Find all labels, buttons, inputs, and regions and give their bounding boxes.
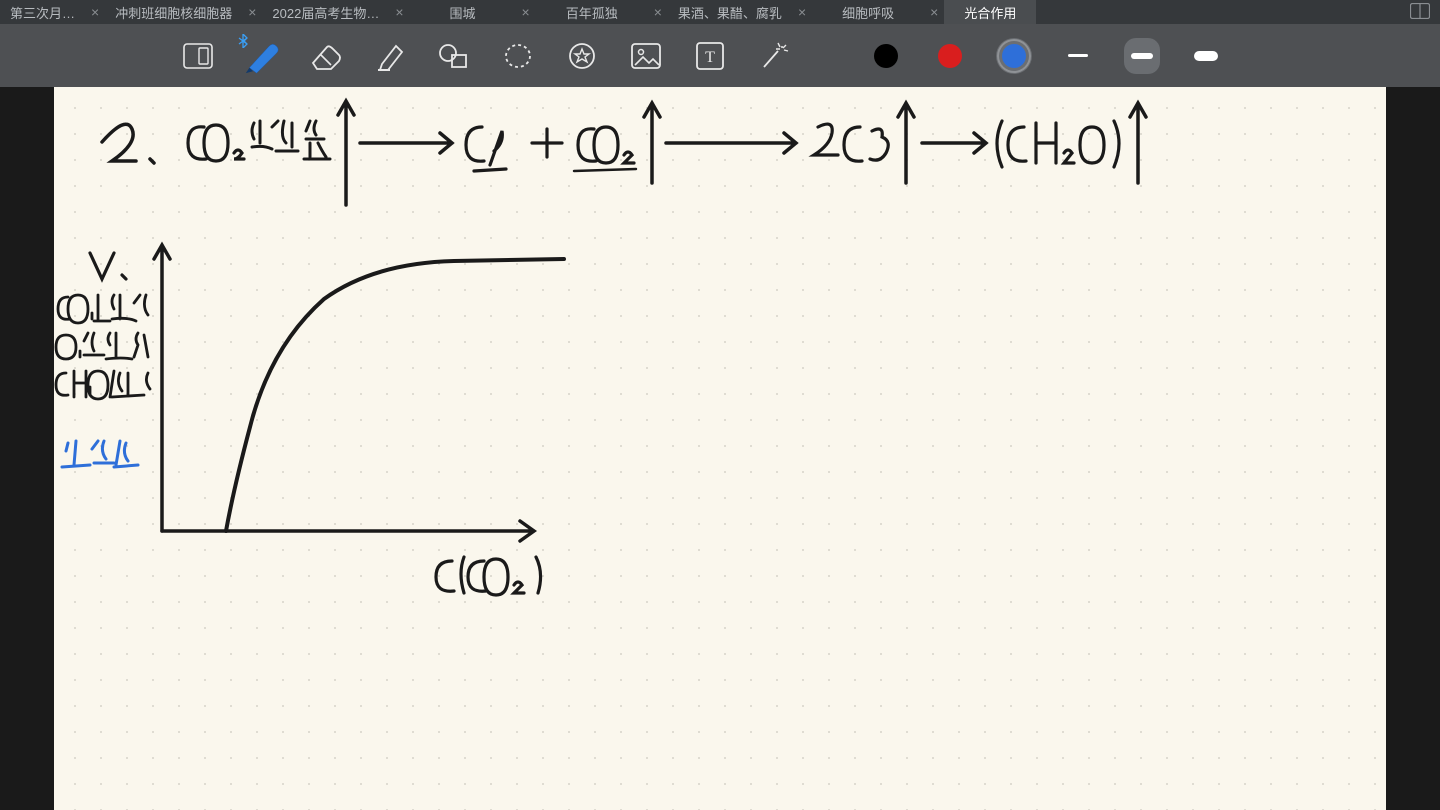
close-icon[interactable]: ×	[924, 4, 944, 20]
text-tool-icon[interactable]: T	[692, 38, 728, 74]
stroke-thick[interactable]	[1188, 38, 1224, 74]
close-icon[interactable]: ×	[792, 4, 812, 20]
tab-bar: 第三次月… × 冲刺班细胞核细胞器 × 2022届高考生物… × 围城 × 百年…	[0, 0, 1440, 24]
laser-tool-icon[interactable]	[756, 38, 792, 74]
color-dot-icon	[1002, 44, 1026, 68]
tab-2022-bio[interactable]: 2022届高考生物…	[262, 0, 389, 24]
read-mode-icon[interactable]	[180, 38, 216, 74]
color-dot-icon	[874, 44, 898, 68]
tab-respiration[interactable]: 细胞呼吸	[812, 0, 924, 24]
canvas-area: 2. CO₂浓度↑ → C₅ + CO₂↑ → 2C₃↑ → (CH₂O)↑ V…	[0, 87, 1440, 810]
tab-label: 光合作用	[964, 3, 1016, 22]
close-icon[interactable]: ×	[85, 4, 105, 20]
close-icon[interactable]: ×	[389, 4, 409, 20]
tab-fermentation[interactable]: 果酒、果醋、腐乳	[668, 0, 792, 24]
tab-label: 第三次月…	[10, 3, 75, 22]
tab-month-exam[interactable]: 第三次月…	[0, 0, 85, 24]
tab-hundred-years[interactable]: 百年孤独	[536, 0, 648, 24]
highlighter-tool-icon[interactable]	[372, 38, 408, 74]
tab-cell-nucleus[interactable]: 冲刺班细胞核细胞器	[105, 0, 242, 24]
close-icon[interactable]: ×	[648, 4, 668, 20]
stroke-preview-icon	[1068, 54, 1088, 57]
stamp-tool-icon[interactable]	[564, 38, 600, 74]
close-icon[interactable]: ×	[242, 4, 262, 20]
handwriting-ink	[54, 87, 1386, 810]
stroke-medium[interactable]	[1124, 38, 1160, 74]
tab-label: 果酒、果醋、腐乳	[678, 3, 782, 22]
stroke-preview-icon	[1131, 53, 1153, 59]
image-tool-icon[interactable]	[628, 38, 664, 74]
note-paper[interactable]: 2. CO₂浓度↑ → C₅ + CO₂↑ → 2C₃↑ → (CH₂O)↑ V…	[54, 87, 1386, 810]
eraser-tool-icon[interactable]	[308, 38, 344, 74]
split-view-icon[interactable]	[1400, 3, 1440, 22]
color-blue[interactable]	[996, 38, 1032, 74]
tab-label: 2022届高考生物…	[272, 3, 379, 22]
color-black[interactable]	[868, 38, 904, 74]
tab-label: 冲刺班细胞核细胞器	[115, 3, 232, 22]
stroke-thin[interactable]	[1060, 38, 1096, 74]
color-dot-icon	[938, 44, 962, 68]
tab-weicheng[interactable]: 围城	[410, 0, 516, 24]
svg-text:T: T	[705, 49, 715, 66]
pen-tool-icon[interactable]	[244, 38, 280, 74]
tab-label: 围城	[450, 3, 476, 22]
lasso-tool-icon[interactable]	[500, 38, 536, 74]
tab-label: 细胞呼吸	[842, 3, 894, 22]
stroke-preview-icon	[1194, 51, 1218, 61]
tab-label: 百年孤独	[566, 3, 618, 22]
shape-tool-icon[interactable]	[436, 38, 472, 74]
toolbar: T	[0, 24, 1440, 87]
close-icon[interactable]: ×	[516, 4, 536, 20]
tab-photosynthesis[interactable]: 光合作用	[944, 0, 1036, 24]
bluetooth-icon	[238, 34, 248, 51]
color-red[interactable]	[932, 38, 968, 74]
